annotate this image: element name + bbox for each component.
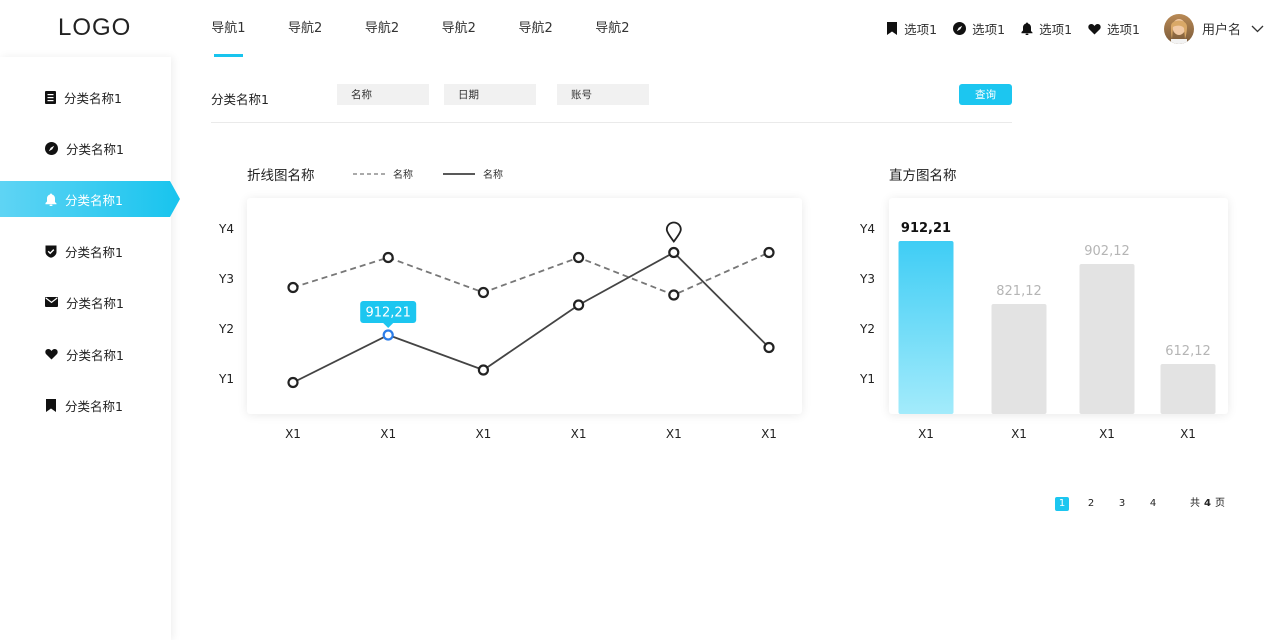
bookmark-icon bbox=[46, 398, 56, 412]
page-total: 共4页 bbox=[1190, 497, 1225, 511]
account-input[interactable] bbox=[557, 84, 649, 105]
legend-dashed-swatch bbox=[353, 172, 385, 175]
x-axis-label: X1 bbox=[475, 427, 492, 441]
page-total-suffix: 页 bbox=[1214, 498, 1225, 509]
nav-item-4[interactable]: 导航2 bbox=[420, 0, 497, 57]
header-options: 选项1 选项1 选项1 选项1 用户名 bbox=[886, 0, 1280, 57]
avatar[interactable] bbox=[1163, 13, 1194, 44]
y-axis-label: Y2 bbox=[219, 322, 234, 336]
date-input[interactable] bbox=[444, 84, 536, 105]
chevron-down-icon[interactable] bbox=[1251, 25, 1264, 33]
nav-item-1[interactable]: 导航1 bbox=[190, 0, 267, 57]
top-nav: 导航1 导航2 导航2 导航2 导航2 导航2 bbox=[190, 0, 651, 57]
sidebar-item-label: 分类名称1 bbox=[65, 398, 123, 414]
option-label: 选项1 bbox=[904, 22, 938, 37]
y-axis-label: Y1 bbox=[860, 372, 875, 386]
page-4[interactable]: 4 bbox=[1146, 497, 1160, 511]
bookmark-icon bbox=[887, 22, 898, 35]
legend-dashed[interactable]: 名称 bbox=[353, 166, 413, 181]
filter-label: 分类名称1 bbox=[211, 92, 269, 107]
y-axis-label: Y1 bbox=[219, 372, 234, 386]
y-axis-label: Y4 bbox=[860, 222, 875, 236]
sidebar-item-label: 分类名称1 bbox=[65, 244, 123, 260]
sidebar-item-3[interactable]: 分类名称1 bbox=[0, 181, 180, 217]
sidebar-item-label: 分类名称1 bbox=[65, 192, 123, 208]
line-chart-title: 折线图名称 bbox=[247, 168, 315, 184]
user-name: 用户名 bbox=[1201, 23, 1241, 38]
sidebar-item-4[interactable]: 分类名称1 bbox=[0, 233, 180, 269]
sidebar-item-label: 分类名称1 bbox=[66, 347, 124, 363]
option-heart[interactable]: 选项1 bbox=[1088, 19, 1140, 38]
query-button[interactable]: 查询 bbox=[959, 84, 1012, 105]
line-chart-panel bbox=[247, 198, 802, 414]
legend-label: 名称 bbox=[483, 170, 503, 181]
nav-item-5[interactable]: 导航2 bbox=[497, 0, 574, 57]
y-axis-label: Y3 bbox=[219, 272, 234, 286]
x-axis-label: X1 bbox=[380, 427, 397, 441]
y-axis-label: Y3 bbox=[860, 272, 875, 286]
shield-icon bbox=[45, 245, 57, 258]
y-axis-label: Y2 bbox=[860, 322, 875, 336]
option-bell[interactable]: 选项1 bbox=[1021, 19, 1072, 38]
mail-icon bbox=[45, 297, 58, 307]
x-axis-label: X1 bbox=[1099, 427, 1115, 441]
nav-item-6[interactable]: 导航2 bbox=[574, 0, 651, 57]
legend-label: 名称 bbox=[393, 170, 413, 181]
document-icon bbox=[45, 90, 56, 104]
sidebar-item-label: 分类名称1 bbox=[64, 90, 122, 106]
sidebar-item-5[interactable]: 分类名称1 bbox=[0, 284, 180, 320]
option-compass[interactable]: 选项1 bbox=[953, 19, 1005, 38]
bar-chart-title: 直方图名称 bbox=[889, 168, 957, 184]
user-menu[interactable]: 用户名 bbox=[1163, 13, 1264, 44]
option-label: 选项1 bbox=[972, 22, 1006, 37]
nav-item-2[interactable]: 导航2 bbox=[267, 0, 344, 57]
x-axis-label: X1 bbox=[1011, 427, 1027, 441]
page-2[interactable]: 2 bbox=[1084, 497, 1098, 511]
bell-icon bbox=[1021, 22, 1033, 35]
option-bookmark[interactable]: 选项1 bbox=[886, 19, 937, 38]
x-axis-label: X1 bbox=[918, 427, 934, 441]
top-header: LOGO 导航1 导航2 导航2 导航2 导航2 导航2 选项1 选项1 选项1 bbox=[0, 0, 1280, 57]
x-axis-label: X1 bbox=[1180, 427, 1196, 441]
x-axis-label: X1 bbox=[285, 427, 301, 441]
filter-divider bbox=[211, 122, 1012, 123]
bell-icon bbox=[45, 193, 57, 206]
sidebar-item-6[interactable]: 分类名称1 bbox=[0, 336, 180, 372]
option-label: 选项1 bbox=[1107, 22, 1140, 37]
compass-icon bbox=[45, 141, 58, 155]
sidebar-item-2[interactable]: 分类名称1 bbox=[0, 130, 180, 166]
page-1[interactable]: 1 bbox=[1055, 497, 1069, 511]
x-axis-label: X1 bbox=[570, 427, 587, 441]
heart-icon bbox=[45, 349, 58, 360]
legend-solid-swatch bbox=[443, 172, 475, 175]
sidebar-item-label: 分类名称1 bbox=[66, 295, 124, 311]
heart-icon bbox=[1088, 23, 1101, 34]
legend-solid[interactable]: 名称 bbox=[443, 166, 503, 181]
logo[interactable]: LOGO bbox=[58, 14, 131, 42]
x-axis-label: X1 bbox=[665, 427, 682, 441]
page-3[interactable]: 3 bbox=[1115, 497, 1129, 511]
page-total-count: 4 bbox=[1204, 498, 1211, 509]
x-axis-label: X1 bbox=[761, 427, 777, 441]
bar-chart-panel bbox=[889, 198, 1228, 414]
compass-icon bbox=[953, 22, 967, 35]
nav-item-3[interactable]: 导航2 bbox=[344, 0, 421, 57]
sidebar-item-7[interactable]: 分类名称1 bbox=[0, 387, 180, 423]
sidebar-item-1[interactable]: 分类名称1 bbox=[0, 79, 180, 115]
sidebar-item-label: 分类名称1 bbox=[66, 141, 124, 157]
option-label: 选项1 bbox=[1039, 22, 1073, 37]
page-total-prefix: 共 bbox=[1190, 498, 1200, 509]
y-axis-label: Y4 bbox=[219, 222, 234, 236]
name-input[interactable] bbox=[337, 84, 429, 105]
